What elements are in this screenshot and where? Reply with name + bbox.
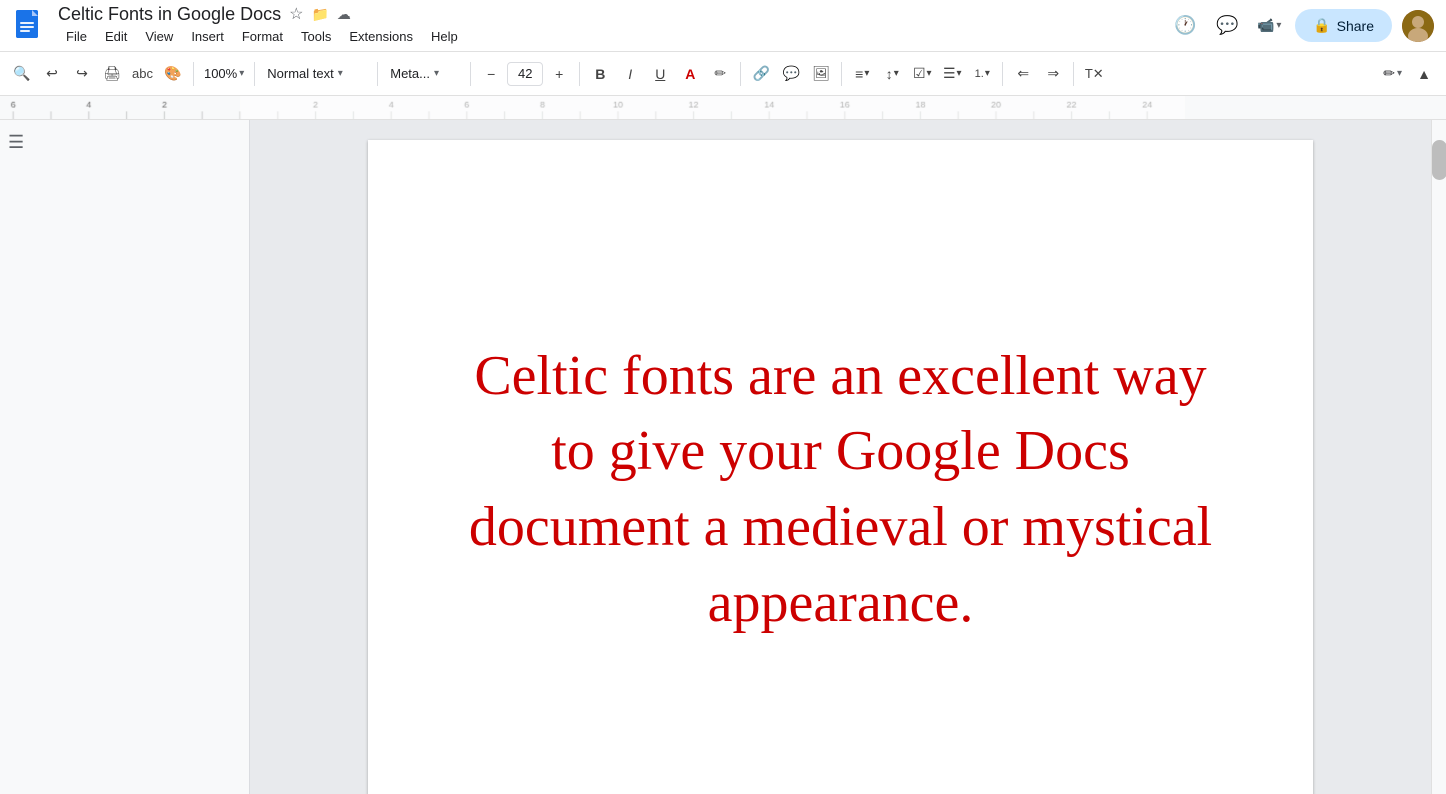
ruler — [0, 96, 1446, 120]
redo-button[interactable]: ↪ — [68, 60, 96, 88]
separator-9 — [1073, 62, 1074, 86]
menu-view[interactable]: View — [137, 25, 181, 48]
textstyle-chevron-icon: ▾ — [338, 68, 343, 79]
menu-edit[interactable]: Edit — [97, 25, 135, 48]
decrease-indent-button[interactable]: ⇐ — [1009, 60, 1037, 88]
text-style-dropdown[interactable]: Normal text ▾ — [261, 60, 371, 88]
document-page[interactable]: Celtic fonts are an excellent way to giv… — [368, 140, 1313, 794]
separator-7 — [841, 62, 842, 86]
zoom-dropdown[interactable]: 100% ▾ — [200, 60, 248, 88]
collapse-toolbar-button[interactable]: ▲ — [1410, 60, 1438, 88]
separator-5 — [579, 62, 580, 86]
main-area: ☰ Celtic fonts are an excellent way to g… — [0, 120, 1446, 794]
right-scrollbar[interactable] — [1431, 120, 1446, 794]
editing-mode-dropdown[interactable]: ✏ ▾ — [1377, 60, 1408, 88]
bold-button[interactable]: B — [586, 60, 614, 88]
increase-indent-button[interactable]: ⇒ — [1039, 60, 1067, 88]
menu-help[interactable]: Help — [423, 25, 466, 48]
separator-1 — [193, 62, 194, 86]
link-button[interactable]: 🔗 — [747, 60, 775, 88]
vertical-ruler-canvas — [230, 120, 249, 794]
font-size-decrease-button[interactable]: − — [477, 60, 505, 88]
italic-button[interactable]: I — [616, 60, 644, 88]
doc-icon — [12, 8, 48, 44]
right-controls: 🕐 💬 📹▾ 🔒 Share — [1169, 9, 1434, 42]
separator-4 — [470, 62, 471, 86]
document-area[interactable]: Celtic fonts are an excellent way to giv… — [250, 120, 1431, 794]
menu-tools[interactable]: Tools — [293, 25, 339, 48]
doc-title[interactable]: Celtic Fonts in Google Docs — [58, 4, 281, 25]
clear-format-button[interactable]: T✕ — [1080, 60, 1108, 88]
spellcheck-button[interactable]: abc — [128, 60, 157, 88]
vertical-ruler — [230, 120, 250, 794]
left-panel: ☰ — [0, 120, 230, 794]
highlight-button[interactable]: ✏ — [706, 60, 734, 88]
print-button[interactable]: 🖨 — [98, 60, 126, 88]
lock-icon: 🔒 — [1313, 17, 1330, 34]
font-dropdown[interactable]: Meta... ▾ — [384, 60, 464, 88]
font-chevron-icon: ▾ — [434, 68, 439, 79]
outline-icon[interactable]: ☰ — [8, 132, 222, 153]
menu-insert[interactable]: Insert — [183, 25, 232, 48]
undo-button[interactable]: ↩ — [38, 60, 66, 88]
image-button[interactable]: 🖼 — [807, 60, 835, 88]
menu-bar: File Edit View Insert Format Tools Exten… — [58, 25, 1169, 48]
history-button[interactable]: 🕐 — [1169, 10, 1201, 42]
meet-button[interactable]: 📹▾ — [1253, 10, 1285, 42]
cloud-icon[interactable]: ☁ — [337, 6, 351, 23]
paint-format-button[interactable]: 🎨 — [159, 60, 187, 88]
comment-button[interactable]: 💬 — [777, 60, 805, 88]
font-size-increase-button[interactable]: + — [545, 60, 573, 88]
separator-8 — [1002, 62, 1003, 86]
search-button[interactable]: 🔍 — [8, 60, 36, 88]
checklist-button[interactable]: ☑▾ — [908, 60, 936, 88]
user-avatar[interactable] — [1402, 10, 1434, 42]
share-button[interactable]: 🔒 Share — [1295, 9, 1392, 42]
menu-file[interactable]: File — [58, 25, 95, 48]
separator-2 — [254, 62, 255, 86]
ruler-canvas — [0, 96, 1446, 119]
menu-format[interactable]: Format — [234, 25, 291, 48]
numbered-list-button[interactable]: 1.▾ — [968, 60, 996, 88]
zoom-chevron-icon: ▾ — [239, 68, 244, 79]
align-button[interactable]: ≡▾ — [848, 60, 876, 88]
star-icon[interactable]: ☆ — [289, 4, 303, 24]
underline-button[interactable]: U — [646, 60, 674, 88]
font-size-input[interactable] — [507, 62, 543, 86]
font-color-button[interactable]: A — [676, 60, 704, 88]
title-section: Celtic Fonts in Google Docs ☆ 📁 ☁ File E… — [58, 4, 1169, 48]
drive-icon[interactable]: 📁 — [311, 6, 328, 23]
document-body-text[interactable]: Celtic fonts are an excellent way to giv… — [448, 339, 1233, 641]
toolbar: 🔍 ↩ ↪ 🖨 abc 🎨 100% ▾ Normal text ▾ Meta.… — [0, 52, 1446, 96]
menu-extensions[interactable]: Extensions — [341, 25, 421, 48]
title-bar: Celtic Fonts in Google Docs ☆ 📁 ☁ File E… — [0, 0, 1446, 52]
editmode-chevron-icon: ▾ — [1397, 68, 1402, 79]
bullet-list-button[interactable]: ☰▾ — [938, 60, 966, 88]
separator-6 — [740, 62, 741, 86]
separator-3 — [377, 62, 378, 86]
comments-button[interactable]: 💬 — [1211, 10, 1243, 42]
line-spacing-button[interactable]: ↕▾ — [878, 60, 906, 88]
